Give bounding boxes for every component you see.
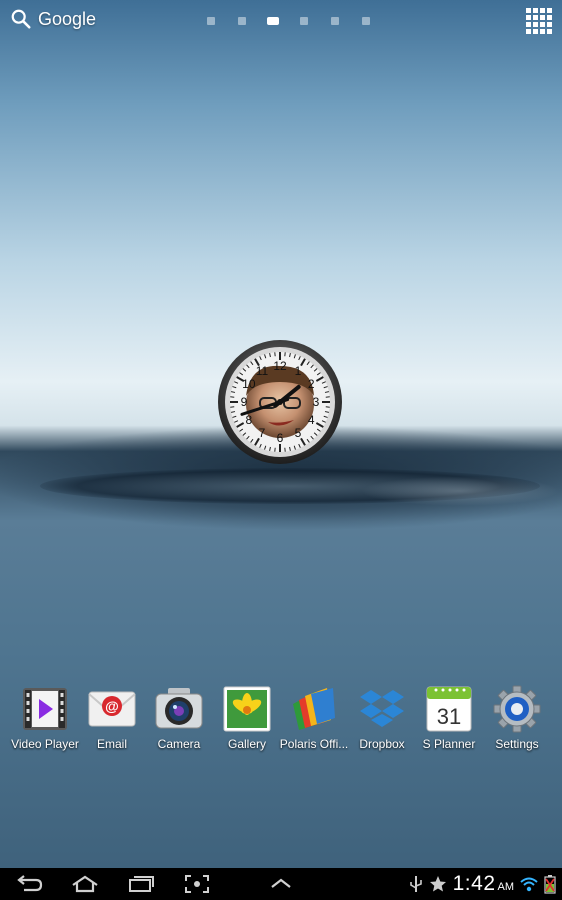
app-settings[interactable]: Settings: [481, 684, 553, 751]
app-dropbox[interactable]: Dropbox: [346, 684, 418, 751]
page-indicator-dot[interactable]: [206, 17, 215, 25]
search-icon: [11, 9, 31, 29]
clock-ampm: AM: [497, 881, 515, 893]
app-label: Polaris Offi...: [279, 737, 349, 751]
clock-number: 2: [308, 377, 315, 391]
settings-icon: [492, 684, 542, 734]
status-area[interactable]: 1:42 AM: [409, 868, 556, 900]
clock-face: 12 12 3 45678 9 1011: [218, 340, 342, 464]
page-indicator-dot[interactable]: [237, 17, 246, 25]
clock-number: 4: [308, 413, 315, 427]
app-gallery[interactable]: Gallery: [211, 684, 283, 751]
clock-number: 11: [256, 364, 269, 378]
page-indicator-dot[interactable]: [361, 17, 370, 25]
page-indicator-dot[interactable]: [299, 17, 308, 25]
home-page-indicator: [195, 17, 381, 25]
usb-icon: [409, 876, 422, 892]
page-indicator-dot-active[interactable]: [266, 17, 279, 25]
app-video-player[interactable]: Video Player: [9, 684, 81, 751]
svg-text:@: @: [105, 698, 119, 714]
app-s-planner[interactable]: 31 S Planner: [413, 684, 485, 751]
screenshot-icon[interactable]: [184, 874, 210, 894]
wifi-icon: [520, 877, 538, 892]
back-icon[interactable]: [16, 874, 44, 894]
app-email[interactable]: @ Email: [76, 684, 148, 751]
star-icon: [429, 876, 446, 892]
all-apps-button[interactable]: [526, 8, 552, 34]
recent-apps-icon[interactable]: [127, 874, 155, 894]
app-label: Camera: [157, 737, 201, 751]
app-label: Video Player: [11, 737, 79, 751]
gallery-icon: [222, 684, 272, 734]
s-planner-icon: 31: [424, 684, 474, 734]
clock-number: 12: [273, 359, 287, 373]
email-icon: @: [87, 684, 137, 734]
battery-icon: [544, 875, 556, 894]
clock-number: 10: [242, 377, 256, 391]
svg-text:31: 31: [437, 704, 461, 729]
clock-number: 9: [241, 395, 248, 409]
page-indicator-dot[interactable]: [330, 17, 339, 25]
clock-time: 1:42: [452, 872, 496, 895]
app-camera[interactable]: Camera: [143, 684, 215, 751]
video-player-icon: [20, 684, 70, 734]
clock-number: 8: [245, 413, 252, 427]
navigation-bar: 1:42 AM: [0, 868, 562, 900]
dropbox-icon: [357, 684, 407, 734]
google-search-button[interactable]: Google: [10, 8, 96, 30]
analog-clock-widget[interactable]: 12 1 2 3 4 5 6 7 8 9 10 11: [216, 338, 344, 466]
app-label: Settings: [495, 737, 539, 751]
clock-number: 1: [295, 364, 302, 378]
app-label: Dropbox: [359, 737, 405, 751]
app-label: Gallery: [227, 737, 266, 751]
water-ripple-highlight: [360, 476, 560, 506]
clock-number: 3: [313, 395, 320, 409]
app-polaris-office[interactable]: Polaris Offi...: [278, 684, 350, 751]
camera-icon: [154, 684, 204, 734]
app-label: Email: [96, 737, 127, 751]
google-search-label: Google: [38, 8, 97, 29]
clock-number: 7: [259, 426, 266, 440]
polaris-office-icon: [289, 684, 339, 734]
clock-number: 6: [277, 431, 284, 445]
app-label: S Planner: [422, 737, 476, 751]
mini-apps-tray-icon[interactable]: [269, 874, 293, 894]
app-dock: Video Player @ Email Camera Gallery Pola…: [0, 684, 562, 754]
clock-number: 5: [295, 426, 302, 440]
home-icon[interactable]: [70, 874, 100, 894]
